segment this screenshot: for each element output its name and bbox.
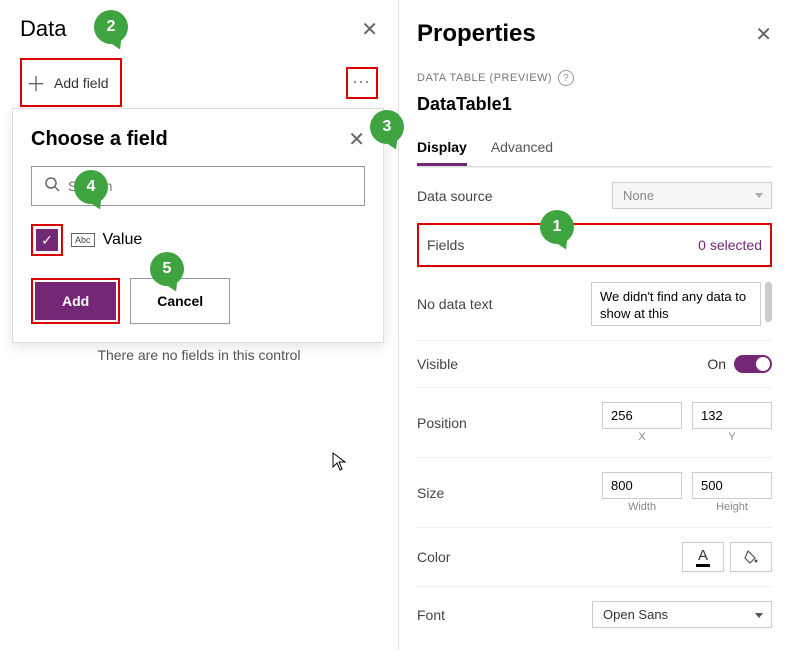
callout-4: 4 xyxy=(74,170,108,204)
field-checkbox[interactable]: ✓ xyxy=(36,229,58,251)
help-icon[interactable]: ? xyxy=(558,70,574,86)
size-height-sublabel: Height xyxy=(716,501,748,513)
popup-title: Choose a field xyxy=(31,128,168,151)
no-data-label: No data text xyxy=(417,296,493,312)
properties-title: Properties xyxy=(417,20,536,48)
no-data-text-input[interactable] xyxy=(591,282,761,326)
more-options-button[interactable]: ⋯ xyxy=(346,67,378,99)
callout-2: 2 xyxy=(94,10,128,44)
size-width-input[interactable] xyxy=(602,472,682,499)
fill-color-button[interactable] xyxy=(730,542,772,572)
position-x-input[interactable] xyxy=(602,402,682,429)
field-name-label: Value xyxy=(103,231,143,249)
callout-3: 3 xyxy=(370,110,404,144)
cancel-button[interactable]: Cancel xyxy=(130,278,230,324)
empty-fields-message: There are no fields in this control xyxy=(0,347,398,363)
color-label: Color xyxy=(417,549,450,565)
control-type-label: DATA TABLE (PREVIEW) xyxy=(417,72,552,84)
fields-label: Fields xyxy=(427,237,464,253)
size-height-input[interactable] xyxy=(692,472,772,499)
data-source-label: Data source xyxy=(417,188,492,204)
size-label: Size xyxy=(417,485,444,501)
add-button[interactable]: Add xyxy=(35,282,116,320)
callout-5: 5 xyxy=(150,252,184,286)
close-icon[interactable]: ✕ xyxy=(361,17,378,42)
text-type-icon: Abc xyxy=(71,233,95,247)
visible-state-label: On xyxy=(707,356,726,372)
position-x-sublabel: X xyxy=(638,431,645,443)
callout-1: 1 xyxy=(540,210,574,244)
scrollbar-thumb[interactable] xyxy=(765,282,772,322)
font-label: Font xyxy=(417,607,445,623)
add-field-label: Add field xyxy=(54,75,108,91)
fields-selected-count[interactable]: 0 selected xyxy=(698,237,762,253)
control-name: DataTable1 xyxy=(417,94,772,115)
popup-close-icon[interactable]: ✕ xyxy=(348,127,365,152)
visible-toggle[interactable] xyxy=(734,355,772,373)
visible-label: Visible xyxy=(417,356,458,372)
tab-display[interactable]: Display xyxy=(417,131,467,166)
properties-close-icon[interactable]: ✕ xyxy=(755,22,772,47)
add-field-button[interactable]: ＋ Add field xyxy=(20,58,122,107)
tab-advanced[interactable]: Advanced xyxy=(491,131,553,166)
choose-field-popup: Choose a field ✕ ✓ Abc Value Add Cancel xyxy=(12,108,384,343)
size-width-sublabel: Width xyxy=(628,501,656,513)
plus-icon: ＋ xyxy=(26,68,46,97)
cursor-icon xyxy=(332,452,348,477)
data-source-select[interactable]: None xyxy=(612,182,772,209)
font-select[interactable]: Open Sans xyxy=(592,601,772,628)
position-label: Position xyxy=(417,415,467,431)
position-y-sublabel: Y xyxy=(728,431,735,443)
data-panel-title: Data xyxy=(20,16,66,42)
font-color-button[interactable]: A xyxy=(682,542,724,572)
position-y-input[interactable] xyxy=(692,402,772,429)
search-input[interactable] xyxy=(68,178,352,194)
search-icon xyxy=(44,176,60,197)
